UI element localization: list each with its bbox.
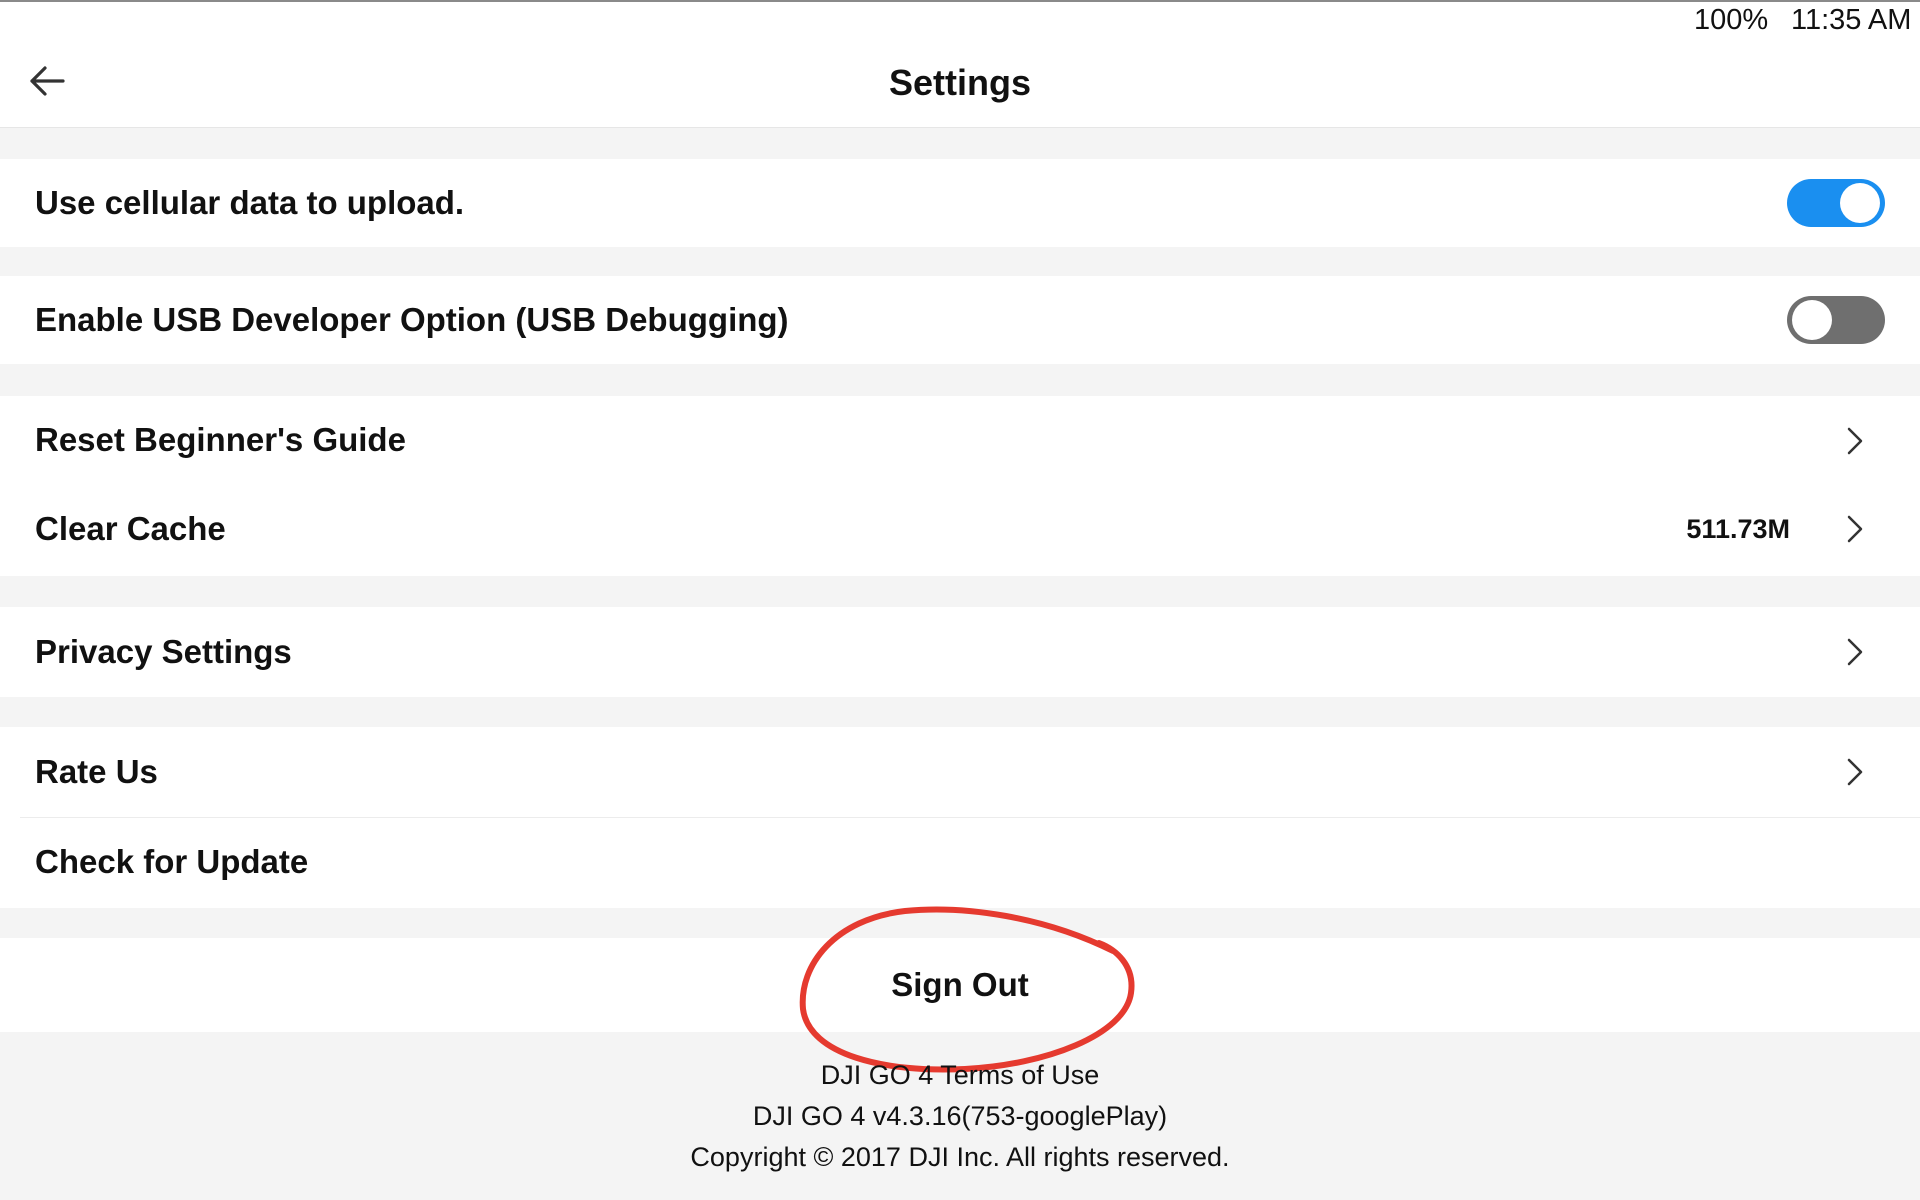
usb-debugging-row: Enable USB Developer Option (USB Debuggi… (0, 276, 1920, 364)
reset-guide-label: Reset Beginner's Guide (35, 421, 406, 458)
status-bar: 100% 11:35 AM (0, 0, 1920, 40)
app-version-text: DJI GO 4 v4.3.16(753-googlePlay) (752, 1101, 1168, 1131)
privacy-settings-label: Privacy Settings (35, 633, 292, 670)
cache-size-value: 511.73M (1686, 514, 1790, 544)
sign-out-row: Sign Out (0, 938, 1920, 1032)
sign-out-button[interactable]: Sign Out (0, 966, 1920, 1004)
check-update-item[interactable]: Check for Update (0, 818, 1920, 908)
battery-level: 100% (1694, 4, 1769, 36)
reset-guide-item[interactable]: Reset Beginner's Guide (0, 396, 1920, 486)
terms-of-use-link[interactable]: DJI GO 4 Terms of Use (0, 1060, 1920, 1091)
toggle-knob (1840, 183, 1880, 223)
about-group: Rate Us Check for Update (0, 727, 1920, 908)
page-title: Settings (888, 62, 1031, 103)
toggle-knob (1792, 300, 1832, 340)
cellular-upload-row: Use cellular data to upload. (0, 159, 1920, 247)
status-clock: 11:35 AM (1791, 4, 1912, 36)
check-update-label: Check for Update (35, 843, 309, 880)
usb-debugging-label: Enable USB Developer Option (USB Debuggi… (35, 301, 789, 338)
chevron-right-icon (1840, 509, 1870, 549)
app-header: Settings (0, 40, 1920, 128)
chevron-right-icon (1840, 632, 1870, 672)
chevron-right-icon (1840, 421, 1870, 461)
maintenance-group: Reset Beginner's Guide Clear Cache 511.7… (0, 396, 1920, 576)
usb-debugging-toggle[interactable] (1787, 296, 1885, 344)
clear-cache-label: Clear Cache (35, 510, 226, 547)
clear-cache-item[interactable]: Clear Cache 511.73M (0, 486, 1920, 576)
rate-us-item[interactable]: Rate Us (0, 727, 1920, 817)
chevron-right-icon (1840, 752, 1870, 792)
copyright-text: Copyright © 2017 DJI Inc. All rights res… (690, 1142, 1230, 1172)
rate-us-label: Rate Us (35, 753, 158, 790)
privacy-settings-item[interactable]: Privacy Settings (0, 607, 1920, 697)
cellular-upload-label: Use cellular data to upload. (35, 184, 465, 221)
cellular-upload-toggle[interactable] (1787, 179, 1885, 227)
